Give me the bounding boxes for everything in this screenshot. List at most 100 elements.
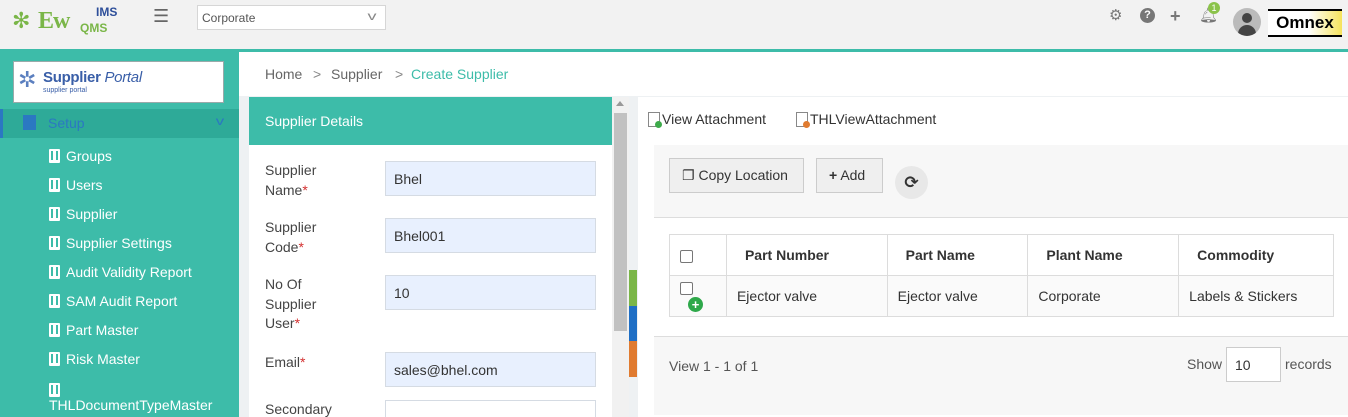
building-icon <box>23 115 36 130</box>
portal-subtitle: supplier portal <box>43 87 87 94</box>
part-name-cell: Ejector valve <box>886 275 1029 317</box>
hamburger-menu-icon[interactable]: ☰ <box>153 7 169 25</box>
gear-logo-icon: ✻ <box>12 8 31 33</box>
plant-select[interactable]: Corporate v <box>197 5 386 30</box>
view-attachment-link[interactable]: View Attachment <box>648 111 766 128</box>
required-mark: * <box>302 181 308 198</box>
sidebar-item-label: Groups <box>66 148 112 164</box>
sidebar-item-risk-master[interactable]: Risk Master <box>0 346 239 375</box>
chevron-down-icon: v <box>215 114 225 128</box>
breadcrumb-home[interactable]: Home <box>265 66 302 82</box>
logo-qms-text: QMS <box>80 21 108 35</box>
secondary-input[interactable] <box>385 400 596 417</box>
commodity-cell: Labels & Stickers <box>1178 275 1334 317</box>
add-button[interactable]: + Add <box>816 158 883 193</box>
blue-status-strip <box>629 306 637 341</box>
thl-view-attachment-link[interactable]: THLViewAttachment <box>796 111 937 128</box>
sidebar-item-supplier[interactable]: Supplier <box>0 201 239 230</box>
supplier-name-label: Supplier Name* <box>265 161 345 200</box>
supplier-users-input[interactable]: 10 <box>385 275 596 310</box>
copy-location-label: Copy Location <box>698 167 788 183</box>
sidebar-item-part-master[interactable]: Part Master <box>0 317 239 346</box>
records-per-page-input[interactable]: 10 <box>1226 347 1281 382</box>
sidebar-item-audit-validity-report[interactable]: Audit Validity Report <box>0 259 239 288</box>
table-row[interactable]: + Ejector valve Ejector valve Corporate … <box>669 275 1334 317</box>
building-icon <box>49 149 60 163</box>
ewqms-logo[interactable]: ✻ Ew IMS QMS <box>12 3 122 43</box>
select-all-cell <box>669 234 727 276</box>
plus-icon: + <box>829 167 838 183</box>
row-checkbox[interactable] <box>680 282 693 296</box>
sidebar-item-sam-audit-report[interactable]: SAM Audit Report <box>0 288 239 317</box>
select-all-checkbox[interactable] <box>680 249 693 263</box>
expand-plus-icon[interactable]: + <box>688 297 703 313</box>
email-input[interactable]: sales@bhel.com <box>385 352 596 387</box>
scroll-up-arrow-icon[interactable] <box>616 101 624 106</box>
email-label: Email* <box>265 353 345 373</box>
details-scrollbar[interactable] <box>612 97 629 417</box>
notification-badge: 1 <box>1208 2 1220 14</box>
plant-select-value: Corporate <box>202 11 256 25</box>
sidebar-item-users[interactable]: Users <box>0 172 239 201</box>
settings-gear-icon[interactable]: ⚙ <box>1109 8 1122 24</box>
label-line: Email <box>265 354 301 370</box>
part-location-panel: View Attachment THLViewAttachment ❐ Copy… <box>638 97 1348 417</box>
required-mark: * <box>294 315 301 331</box>
supplier-code-label: Supplier Code* <box>265 218 345 257</box>
portal-title-italic: Portal <box>100 69 142 86</box>
label-line: Secondary <box>265 401 332 417</box>
attachment-icon <box>648 112 662 128</box>
building-icon <box>49 207 60 221</box>
building-icon <box>49 352 60 366</box>
supplier-details-panel: Supplier Details Supplier Name* Bhel Sup… <box>249 97 612 417</box>
column-header[interactable]: Commodity <box>1178 234 1334 276</box>
scrollbar-thumb[interactable] <box>614 113 627 331</box>
plus-icon[interactable]: + <box>1170 7 1181 25</box>
sidebar-item-label: Supplier Settings <box>66 235 172 251</box>
sidebar-item-label: Risk Master <box>66 351 140 367</box>
logo-ims-text: IMS <box>96 5 118 19</box>
sidebar: ✲ Supplier Portal supplier portal Setup … <box>0 52 239 417</box>
label-line: Code <box>265 238 299 255</box>
chevron-down-icon: v <box>367 9 377 23</box>
sidebar-item-label: Part Master <box>66 322 139 338</box>
sidebar-section-label: Setup <box>48 115 85 131</box>
sidebar-item-label: Users <box>66 177 103 193</box>
top-bar: ✻ Ew IMS QMS ☰ Corporate v ⚙ ? + 🔔︎ 1 Om… <box>0 0 1348 49</box>
label-line: Supplier <box>265 295 317 312</box>
sidebar-item-supplier-settings[interactable]: Supplier Settings <box>0 230 239 259</box>
label-line: User <box>265 315 295 331</box>
refresh-icon[interactable]: ⟳ <box>895 166 928 199</box>
supplier-details-header: Supplier Details <box>249 97 612 145</box>
user-avatar[interactable] <box>1233 8 1261 36</box>
copy-icon: ❐ <box>682 167 695 183</box>
label-line: Supplier <box>265 219 317 235</box>
parts-table: Part Number Part Name Plant Name Commodi… <box>669 234 1334 317</box>
plant-name-cell: Corporate <box>1027 275 1180 317</box>
column-header[interactable]: Part Name <box>886 234 1029 276</box>
breadcrumb-supplier[interactable]: Supplier <box>331 66 382 82</box>
pager-summary: View 1 - 1 of 1 <box>669 358 759 374</box>
copy-location-button[interactable]: ❐ Copy Location <box>669 158 804 193</box>
building-icon <box>49 265 60 279</box>
supplier-name-input[interactable]: Bhel <box>385 161 596 196</box>
supplier-code-input[interactable]: Bhel001 <box>385 218 596 253</box>
pager-records-label: records <box>1285 356 1332 372</box>
column-header[interactable]: Plant Name <box>1027 234 1180 276</box>
sidebar-section-setup[interactable]: Setup v <box>0 109 239 138</box>
row-select-cell: + <box>669 275 727 317</box>
supplier-details-title: Supplier Details <box>265 113 364 129</box>
table-header-row: Part Number Part Name Plant Name Commodi… <box>669 234 1334 276</box>
orange-status-strip <box>629 341 637 377</box>
help-icon[interactable]: ? <box>1140 8 1155 23</box>
part-grid-container: ❐ Copy Location + Add ⟳ Part Number Part… <box>654 145 1348 415</box>
supplier-portal-logo[interactable]: ✲ Supplier Portal supplier portal <box>13 61 224 103</box>
sidebar-item-label: THLDocumentTypeMaster <box>49 397 213 413</box>
label-line: Supplier <box>265 162 317 178</box>
green-status-strip <box>629 270 637 306</box>
sidebar-item-thl-document-type-master[interactable]: THLDocumentTypeMaster <box>0 380 239 417</box>
sidebar-item-groups[interactable]: Groups <box>0 143 239 172</box>
supplier-users-label: No Of Supplier User* <box>265 275 345 334</box>
column-header[interactable]: Part Number <box>725 234 888 276</box>
thl-view-attachment-label: THLViewAttachment <box>810 111 937 127</box>
